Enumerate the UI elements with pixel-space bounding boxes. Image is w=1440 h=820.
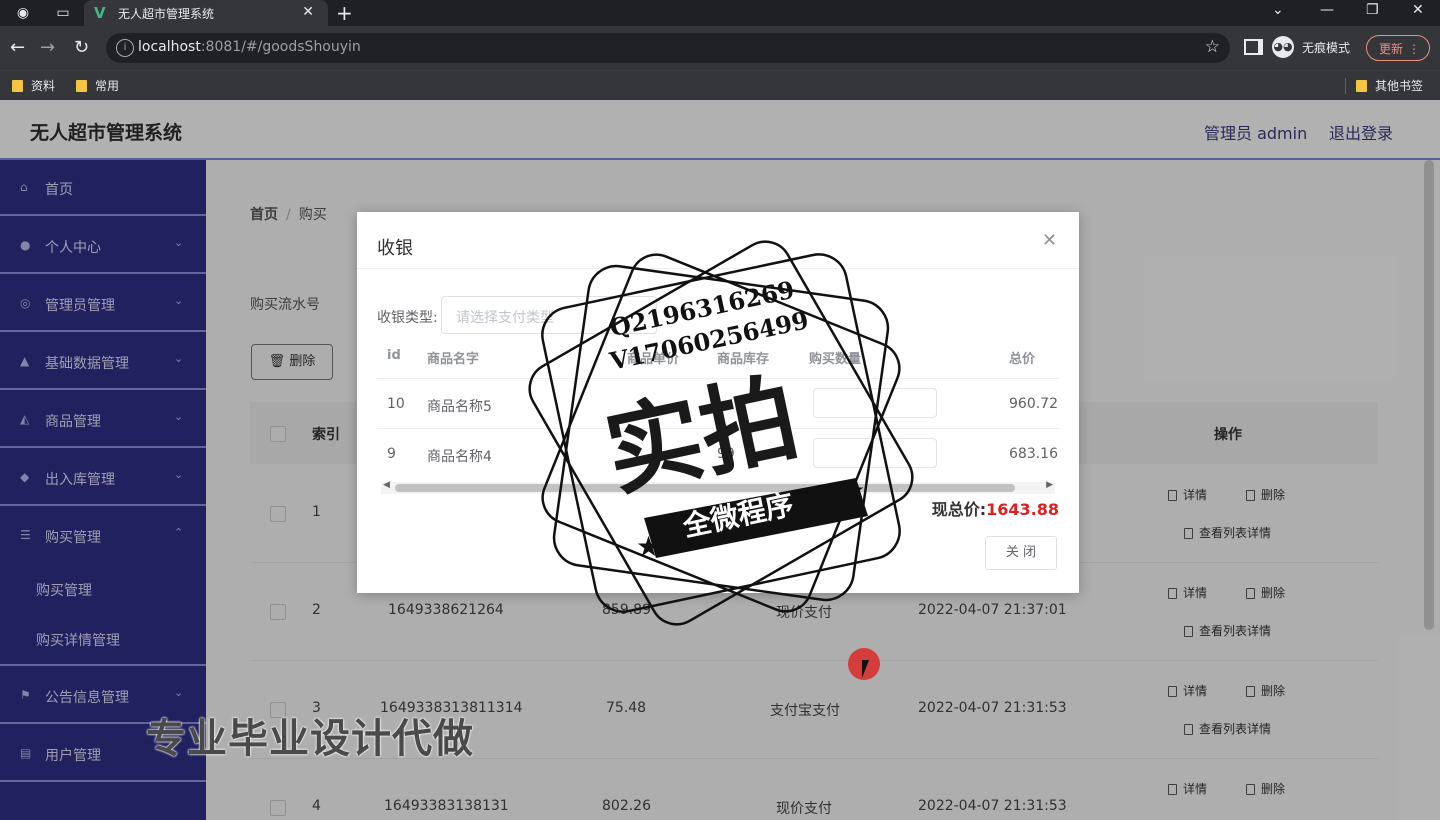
- browser-toolbar: ← → ↻ i localhost:8081/#/goodsShouyin ☆ …: [0, 26, 1440, 70]
- side-panel-icon[interactable]: [1244, 39, 1263, 55]
- browser-tab-bar: ◉ ▭ V 无人超市管理系统 ✕ + ⌄ — ❐ ✕: [0, 0, 1440, 26]
- tab-search-icon[interactable]: ▭: [54, 4, 72, 22]
- bookmark-folder-other[interactable]: 其他书签: [1356, 77, 1423, 94]
- forward-icon[interactable]: →: [40, 36, 55, 60]
- column-header-id: id: [387, 348, 401, 363]
- pay-type-label: 收银类型:: [377, 310, 438, 326]
- tab-title: 无人超市管理系统: [118, 7, 215, 21]
- total-value: 1643.88: [986, 500, 1059, 519]
- incognito-icon: ◕◕: [1272, 36, 1294, 58]
- watermark-stamp: ★ ★ Q2196316269 V17060256499 实拍 全微程序: [526, 238, 916, 628]
- total-label: 现总价:: [931, 500, 987, 519]
- back-icon[interactable]: ←: [10, 36, 25, 60]
- more-icon: ⋮: [1408, 42, 1420, 56]
- total-price: 现总价:1643.88: [932, 496, 1059, 520]
- site-info-icon[interactable]: i: [116, 39, 134, 57]
- cell-total: 683.16: [1009, 446, 1058, 462]
- folder-icon: [1356, 80, 1367, 92]
- bookmark-label: 常用: [95, 79, 120, 93]
- url-path: :8081/#/goodsShouyin: [200, 39, 361, 55]
- bookmark-label: 其他书签: [1375, 79, 1424, 93]
- bookmarks-bar: 资料 常用 其他书签: [0, 70, 1440, 100]
- bookmark-folder-common[interactable]: 常用: [76, 77, 119, 94]
- cell-id: 9: [387, 446, 396, 462]
- incognito-label: 无痕模式: [1302, 41, 1351, 55]
- window-close-icon[interactable]: ✕: [1412, 2, 1424, 18]
- dialog-title: 收银: [377, 238, 413, 259]
- scroll-left-icon[interactable]: ◀: [383, 480, 390, 490]
- column-header-total: 总价: [1009, 352, 1036, 367]
- address-bar[interactable]: i localhost:8081/#/goodsShouyin ☆: [106, 33, 1230, 63]
- new-tab-icon[interactable]: +: [336, 1, 353, 25]
- minimize-icon[interactable]: —: [1320, 2, 1334, 18]
- svg-text:★: ★: [636, 530, 661, 563]
- globe-icon[interactable]: ◉: [14, 4, 32, 22]
- close-icon[interactable]: ✕: [1042, 230, 1057, 251]
- folder-icon: [76, 80, 87, 92]
- update-button[interactable]: 更新 ⋮: [1366, 35, 1430, 61]
- bookmark-folder-docs[interactable]: 资料: [12, 77, 55, 94]
- mouse-cursor-icon: [862, 660, 869, 678]
- cell-id: 10: [387, 396, 405, 412]
- tab-close-icon[interactable]: ✕: [302, 4, 314, 20]
- svg-text:★: ★: [840, 474, 865, 507]
- close-button[interactable]: 关 闭: [985, 536, 1057, 570]
- tab-list-icon[interactable]: ⌄: [1272, 2, 1284, 18]
- bottom-watermark: 专业毕业设计代做: [146, 716, 474, 762]
- browser-tab[interactable]: V 无人超市管理系统 ✕: [84, 0, 328, 26]
- url-text: localhost:8081/#/goodsShouyin: [138, 39, 361, 55]
- bookmark-star-icon[interactable]: ☆: [1205, 37, 1220, 57]
- bookmark-label: 资料: [31, 79, 56, 93]
- scroll-right-icon[interactable]: ▶: [1046, 480, 1053, 490]
- cell-name: 商品名称4: [427, 449, 492, 465]
- vue-logo-icon: V: [94, 4, 106, 22]
- url-host: localhost: [138, 39, 201, 55]
- restore-icon[interactable]: ❐: [1366, 2, 1379, 18]
- cell-total: 960.72: [1009, 396, 1058, 412]
- cell-name: 商品名称5: [427, 399, 492, 415]
- bookmark-separator: [1345, 78, 1346, 94]
- folder-icon: [12, 80, 23, 92]
- reload-icon[interactable]: ↻: [74, 36, 89, 60]
- column-header-name: 商品名字: [427, 352, 480, 367]
